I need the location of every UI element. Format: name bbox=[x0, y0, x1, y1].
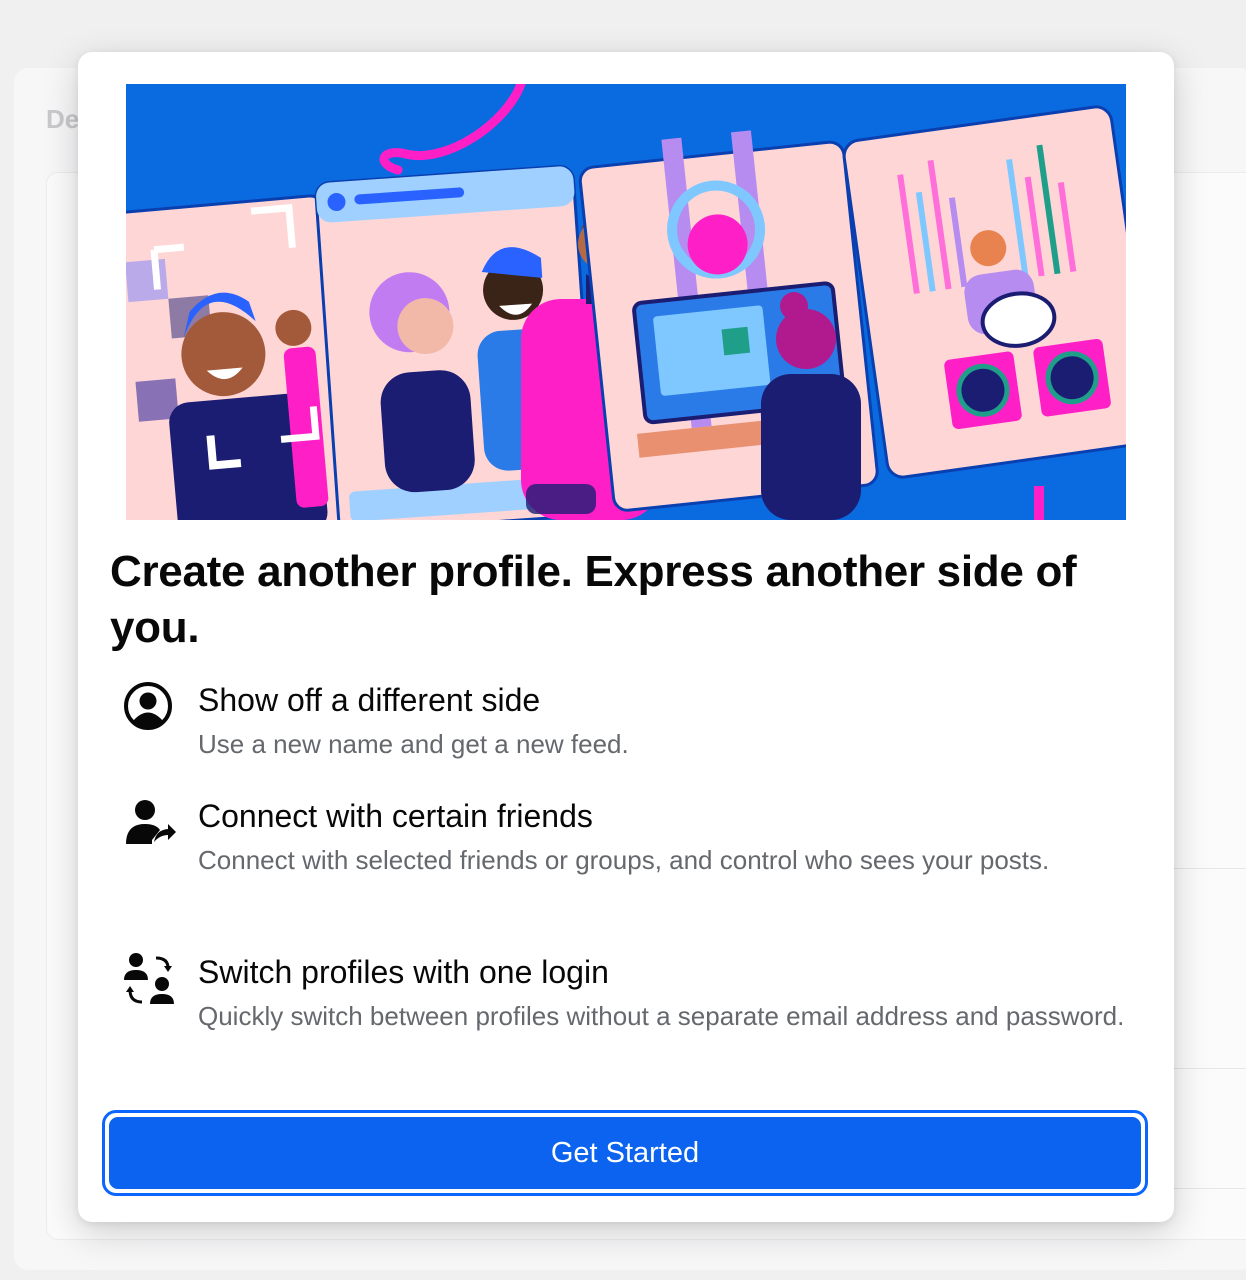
background-divider bbox=[1172, 1068, 1246, 1069]
feature-different-side: Show off a different side Use a new name… bbox=[122, 680, 1132, 770]
feature-description: Quickly switch between profiles without … bbox=[198, 1001, 1125, 1031]
feature-title: Connect with certain friends bbox=[198, 798, 593, 834]
get-started-focus-ring: Get Started bbox=[102, 1110, 1148, 1196]
dialog-title: Create another profile. Express another … bbox=[110, 547, 1077, 652]
feature-certain-friends: Connect with certain friends Connect wit… bbox=[122, 796, 1132, 926]
background-divider bbox=[1172, 1188, 1246, 1189]
hero-illustration bbox=[126, 84, 1126, 520]
profile-circle-icon bbox=[122, 680, 178, 736]
feature-description: Connect with selected friends or groups,… bbox=[198, 845, 1050, 875]
feature-switch-profiles: Switch profiles with one login Quickly s… bbox=[122, 952, 1132, 1082]
background-divider bbox=[1172, 868, 1246, 869]
person-share-icon bbox=[122, 796, 178, 852]
feature-title: Switch profiles with one login bbox=[198, 954, 609, 990]
background-heading: De bbox=[46, 104, 80, 134]
feature-title: Show off a different side bbox=[198, 682, 541, 718]
create-profile-dialog: Create another profile. Express another … bbox=[78, 52, 1174, 1222]
feature-description: Use a new name and get a new feed. bbox=[198, 729, 629, 759]
switch-profiles-icon bbox=[122, 952, 178, 1008]
get-started-button[interactable]: Get Started bbox=[109, 1117, 1141, 1189]
